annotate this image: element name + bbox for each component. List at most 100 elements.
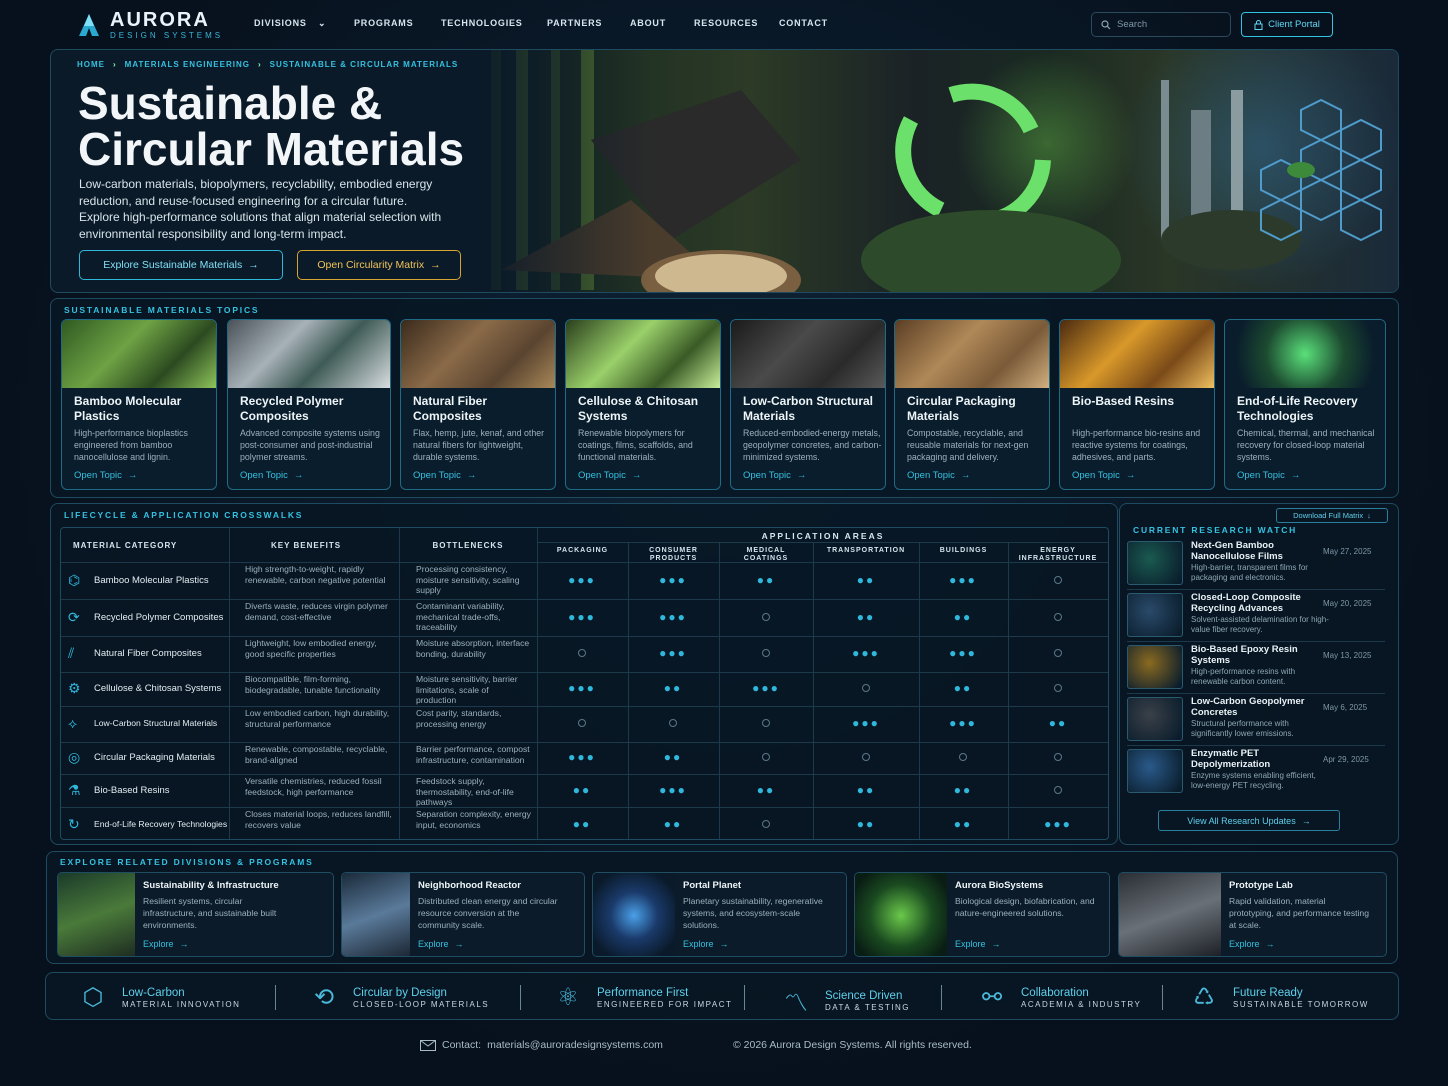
research-item-date: May 6, 2025 — [1323, 703, 1368, 712]
application-level-indicator — [1013, 646, 1103, 660]
related-program-card[interactable]: Aurora BioSystems Biological design, biof… — [854, 872, 1110, 957]
menu-contact[interactable]: CONTACT — [779, 18, 828, 28]
topic-card[interactable]: Circular Packaging Materials Compostable,… — [894, 319, 1050, 490]
header-area: ENERGY INFRASTRUCTURE — [1018, 547, 1098, 562]
menu-divisions[interactable]: DIVISIONS ⌄ — [254, 18, 326, 29]
open-topic-link[interactable]: Open Topic → — [240, 470, 303, 481]
related-program-title: Prototype Lab — [1229, 880, 1293, 891]
column-divider — [813, 543, 814, 839]
research-title: CURRENT RESEARCH WATCH — [1133, 525, 1298, 535]
key-benefits-cell: Renewable, compostable, recyclable, bran… — [245, 744, 388, 765]
key-benefits-cell: High strength-to-weight, rapidly renewab… — [245, 564, 386, 585]
brand-logo[interactable]: AURORA DESIGN SYSTEMS — [76, 10, 223, 40]
explore-link[interactable]: Explore → — [418, 939, 464, 949]
topic-card[interactable]: Bio-Based Resins High-performance bio-res… — [1059, 319, 1215, 490]
topic-card-title: Circular Packaging Materials — [907, 394, 1016, 423]
open-circularity-matrix-button[interactable]: Open Circularity Matrix → — [297, 250, 461, 280]
open-topic-link[interactable]: Open Topic → — [413, 470, 476, 481]
related-program-card[interactable]: Sustainability & Infrastructure Resilient… — [57, 872, 334, 957]
bottlenecks-cell: Contaminant variability, mechanical trad… — [416, 601, 505, 632]
application-level-indicator — [1013, 610, 1103, 624]
empty-level-icon — [1054, 785, 1062, 794]
related-program-card[interactable]: Prototype Lab Rapid validation, material … — [1118, 872, 1387, 957]
menu-partners[interactable]: PARTNERS — [547, 18, 602, 28]
material-category-cell: Circular Packaging Materials — [94, 752, 215, 763]
related-program-card[interactable]: Neighborhood Reactor Distributed clean en… — [341, 872, 585, 957]
open-topic-label: Open Topic — [578, 470, 626, 481]
open-topic-label: Open Topic — [743, 470, 791, 481]
crosswalk-table: MATERIAL CATEGORY KEY BENEFITS BOTTLENEC… — [60, 527, 1109, 840]
feature-title: Future Ready — [1233, 987, 1303, 999]
menu-programs[interactable]: PROGRAMS — [354, 18, 413, 28]
view-all-research-label: View All Research Updates — [1187, 815, 1296, 826]
topic-card[interactable]: Bamboo Molecular Plastics High-performanc… — [61, 319, 217, 490]
cube-icon: ⬡ — [82, 984, 104, 1011]
open-topic-link[interactable]: Open Topic → — [743, 470, 806, 481]
download-icon: ↓ — [1367, 511, 1371, 520]
research-item[interactable]: Closed-Loop Composite Recycling Advances… — [1127, 592, 1385, 639]
contact-email-link[interactable]: materials@auroradesignsystems.com — [487, 1039, 663, 1051]
hero-description: Low-carbon materials, biopolymers, recyc… — [79, 177, 442, 241]
explore-link[interactable]: Explore → — [955, 939, 1001, 949]
empty-level-icon — [762, 649, 770, 657]
page-title-line2: Circular Materials — [78, 123, 465, 175]
application-level-indicator: ●● — [756, 572, 776, 587]
header-area: TRANSPORTATION — [826, 547, 906, 554]
topic-card-title: Cellulose & Chitosan Systems — [578, 394, 699, 423]
explore-label: Explore — [1229, 939, 1260, 949]
menu-about[interactable]: ABOUT — [630, 18, 666, 28]
arrow-right-icon: → — [179, 939, 189, 949]
menu-technologies[interactable]: TECHNOLOGIES — [441, 18, 523, 28]
menu-resources[interactable]: RESOURCES — [694, 18, 758, 28]
explore-link[interactable]: Explore → — [1229, 939, 1275, 949]
explore-link[interactable]: Explore → — [683, 939, 729, 949]
research-thumbnail — [1127, 593, 1183, 637]
bottlenecks-cell: Moisture absorption, interface bonding, … — [416, 638, 530, 659]
topic-card[interactable]: Cellulose & Chitosan Systems Renewable bi… — [565, 319, 721, 490]
header-divider — [537, 542, 1109, 543]
feature-text: Performance First ENGINEERED FOR IMPACT — [597, 986, 732, 1009]
open-topic-link[interactable]: Open Topic → — [74, 470, 137, 481]
top-nav: AURORA DESIGN SYSTEMS DIVISIONS ⌄ PROGRA… — [0, 0, 1448, 48]
header-application-areas: APPLICATION AREAS — [761, 531, 885, 541]
hands-leaf-icon: ♺ — [1193, 984, 1215, 1011]
application-level-indicator — [1013, 681, 1103, 695]
explore-sustainable-materials-button[interactable]: Explore Sustainable Materials → — [79, 250, 283, 280]
application-level-indicator — [721, 646, 811, 660]
crumb-materials-engineering[interactable]: MATERIALS ENGINEERING — [125, 60, 250, 69]
open-topic-link[interactable]: Open Topic → — [1237, 470, 1300, 481]
research-item[interactable]: Bio-Based Epoxy Resin Systems High-perfor… — [1127, 644, 1385, 691]
research-item[interactable]: Next-Gen Bamboo Nanocellulose Films High-… — [1127, 540, 1385, 587]
explore-link[interactable]: Explore → — [143, 939, 189, 949]
page-title-line1: Sustainable & — [78, 77, 383, 129]
header-area: PACKAGING — [556, 547, 609, 554]
related-program-card[interactable]: Portal Planet Planetary sustainability, r… — [592, 872, 847, 957]
research-thumbnail — [1127, 749, 1183, 793]
material-category-cell: Bio-Based Resins — [94, 784, 170, 796]
search-input[interactable]: Search — [1091, 12, 1231, 37]
crumb-home[interactable]: HOME — [77, 60, 105, 69]
open-topic-link[interactable]: Open Topic → — [1072, 470, 1135, 481]
topic-card-description: Compostable, recyclable, and reusable ma… — [907, 428, 1029, 462]
material-category-cell: Recycled Polymer Composites — [94, 611, 224, 623]
feature-item: 〽 Science Driven DATA & TESTING — [781, 983, 910, 1018]
application-level-indicator: ●●● — [659, 646, 687, 660]
application-level-indicator — [1013, 573, 1103, 587]
material-icon: ⟳ — [68, 608, 80, 625]
topic-card[interactable]: Low-Carbon Structural Materials Reduced-e… — [730, 319, 886, 490]
topic-card[interactable]: Recycled Polymer Composites Advanced comp… — [227, 319, 391, 490]
research-item[interactable]: Low-Carbon Geopolymer Concretes Structura… — [1127, 696, 1385, 743]
topic-card[interactable]: End-of-Life Recovery Technologies Chemica… — [1224, 319, 1386, 490]
application-level-indicator — [721, 610, 811, 624]
application-level-indicator: ●●● — [659, 782, 687, 797]
view-all-research-button[interactable]: View All Research Updates → — [1158, 810, 1340, 831]
download-matrix-button[interactable]: Download Full Matrix ↓ — [1276, 508, 1388, 523]
topic-card[interactable]: Natural Fiber Composites Flax, hemp, jute… — [400, 319, 556, 490]
open-topic-link[interactable]: Open Topic → — [907, 470, 970, 481]
client-portal-button[interactable]: Client Portal — [1241, 12, 1333, 37]
empty-level-icon — [1054, 649, 1062, 657]
open-topic-link[interactable]: Open Topic → — [578, 470, 641, 481]
topic-card-title: Natural Fiber Composites — [413, 394, 488, 423]
research-item[interactable]: Enzymatic PET Depolymerization Enzyme sys… — [1127, 748, 1385, 795]
topic-thumbnail — [401, 320, 555, 388]
